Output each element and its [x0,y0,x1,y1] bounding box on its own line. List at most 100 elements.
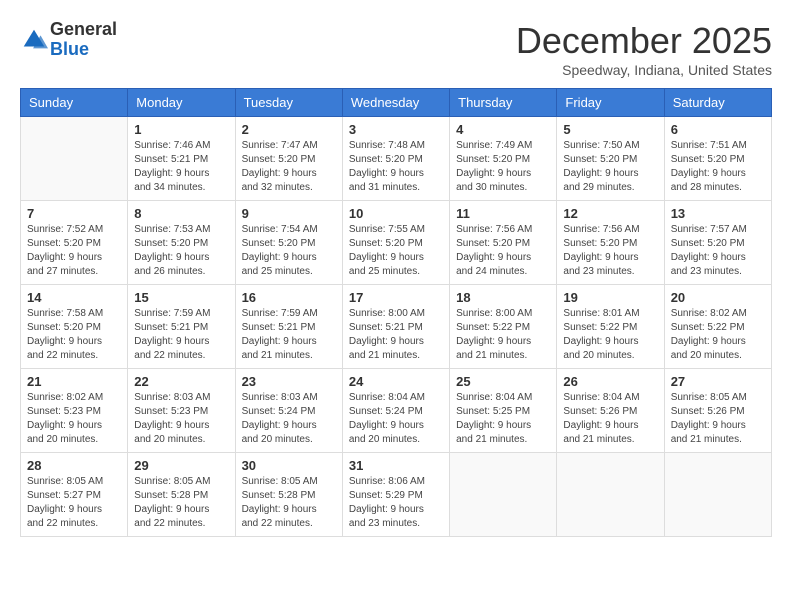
day-number: 27 [671,374,765,389]
calendar-cell: 25Sunrise: 8:04 AMSunset: 5:25 PMDayligh… [450,369,557,453]
day-info: Sunrise: 7:57 AMSunset: 5:20 PMDaylight:… [671,223,765,279]
day-info: Sunrise: 8:02 AMSunset: 5:22 PMDaylight:… [671,307,765,363]
day-info: Sunrise: 8:05 AMSunset: 5:28 PMDaylight:… [134,475,228,531]
day-number: 29 [134,458,228,473]
calendar-cell: 2Sunrise: 7:47 AMSunset: 5:20 PMDaylight… [235,117,342,201]
calendar-cell [21,117,128,201]
calendar-cell: 13 Sunrise: 7:57 AMSunset: 5:20 PMDayligh… [664,201,771,285]
weekday-header-tuesday: Tuesday [235,89,342,117]
day-number: 15 [134,290,228,305]
day-number: 9 [242,206,336,221]
calendar-cell: 20 Sunrise: 8:02 AMSunset: 5:22 PMDayligh… [664,285,771,369]
day-number: 12 [563,206,657,221]
day-info: Sunrise: 8:03 AMSunset: 5:24 PMDaylight:… [242,391,336,447]
day-info: Sunrise: 8:05 AMSunset: 5:26 PMDaylight:… [671,391,765,447]
day-info: Sunrise: 8:06 AMSunset: 5:29 PMDaylight:… [349,475,443,531]
day-number: 17 [349,290,443,305]
day-info: Sunrise: 8:00 AMSunset: 5:21 PMDaylight:… [349,307,443,363]
logo: General Blue [20,20,117,60]
calendar-cell: 8 Sunrise: 7:53 AMSunset: 5:20 PMDaylight… [128,201,235,285]
calendar-cell: 4Sunrise: 7:49 AMSunset: 5:20 PMDaylight… [450,117,557,201]
calendar-cell: 27 Sunrise: 8:05 AMSunset: 5:26 PMDayligh… [664,369,771,453]
calendar-cell: 18 Sunrise: 8:00 AMSunset: 5:22 PMDayligh… [450,285,557,369]
day-number: 23 [242,374,336,389]
day-info: Sunrise: 7:52 AMSunset: 5:20 PMDaylight:… [27,223,121,279]
week-row-2: 7 Sunrise: 7:52 AMSunset: 5:20 PMDaylight… [21,201,772,285]
calendar-cell: 24 Sunrise: 8:04 AMSunset: 5:24 PMDayligh… [342,369,449,453]
weekday-header-thursday: Thursday [450,89,557,117]
day-info: Sunrise: 7:54 AMSunset: 5:20 PMDaylight:… [242,223,336,279]
day-info: Sunrise: 8:02 AMSunset: 5:23 PMDaylight:… [27,391,121,447]
day-number: 21 [27,374,121,389]
day-number: 6 [671,122,765,137]
location: Speedway, Indiana, United States [516,62,772,78]
day-info: Sunrise: 8:01 AMSunset: 5:22 PMDaylight:… [563,307,657,363]
calendar-cell: 29 Sunrise: 8:05 AMSunset: 5:28 PMDayligh… [128,453,235,537]
calendar-cell: 6 Sunrise: 7:51 AMSunset: 5:20 PMDaylight… [664,117,771,201]
day-info: Sunrise: 7:56 AMSunset: 5:20 PMDaylight:… [456,223,550,279]
day-number: 10 [349,206,443,221]
day-info: Sunrise: 7:59 AMSunset: 5:21 PMDaylight:… [134,307,228,363]
calendar-cell: 26 Sunrise: 8:04 AMSunset: 5:26 PMDayligh… [557,369,664,453]
logo-icon [20,26,48,54]
day-number: 11 [456,206,550,221]
day-number: 19 [563,290,657,305]
day-number: 3 [349,122,443,137]
calendar-cell: 16 Sunrise: 7:59 AMSunset: 5:21 PMDayligh… [235,285,342,369]
calendar-cell: 3Sunrise: 7:48 AMSunset: 5:20 PMDaylight… [342,117,449,201]
day-number: 1 [134,122,228,137]
logo-blue: Blue [50,40,117,60]
weekday-header-saturday: Saturday [664,89,771,117]
day-info: Sunrise: 7:56 AMSunset: 5:20 PMDaylight:… [563,223,657,279]
day-info: Sunrise: 7:50 AMSunset: 5:20 PMDaylight:… [563,139,657,195]
calendar-cell: 12 Sunrise: 7:56 AMSunset: 5:20 PMDayligh… [557,201,664,285]
day-number: 13 [671,206,765,221]
day-number: 5 [563,122,657,137]
weekday-header-sunday: Sunday [21,89,128,117]
day-info: Sunrise: 8:04 AMSunset: 5:26 PMDaylight:… [563,391,657,447]
day-number: 31 [349,458,443,473]
calendar-cell: 9 Sunrise: 7:54 AMSunset: 5:20 PMDaylight… [235,201,342,285]
week-row-3: 14Sunrise: 7:58 AMSunset: 5:20 PMDayligh… [21,285,772,369]
week-row-4: 21 Sunrise: 8:02 AMSunset: 5:23 PMDayligh… [21,369,772,453]
weekday-header-friday: Friday [557,89,664,117]
day-number: 22 [134,374,228,389]
calendar-cell [450,453,557,537]
day-info: Sunrise: 7:46 AMSunset: 5:21 PMDaylight:… [134,139,228,195]
logo-general: General [50,20,117,40]
day-number: 28 [27,458,121,473]
day-info: Sunrise: 7:47 AMSunset: 5:20 PMDaylight:… [242,139,336,195]
weekday-header-row: SundayMondayTuesdayWednesdayThursdayFrid… [21,89,772,117]
calendar-cell: 7 Sunrise: 7:52 AMSunset: 5:20 PMDaylight… [21,201,128,285]
day-number: 18 [456,290,550,305]
week-row-1: 1 Sunrise: 7:46 AMSunset: 5:21 PMDaylight… [21,117,772,201]
calendar-cell: 5 Sunrise: 7:50 AMSunset: 5:20 PMDaylight… [557,117,664,201]
calendar-cell [664,453,771,537]
calendar-cell: 19 Sunrise: 8:01 AMSunset: 5:22 PMDayligh… [557,285,664,369]
month-title: December 2025 [516,20,772,62]
day-number: 14 [27,290,121,305]
calendar-cell: 21 Sunrise: 8:02 AMSunset: 5:23 PMDayligh… [21,369,128,453]
day-number: 26 [563,374,657,389]
day-info: Sunrise: 7:55 AMSunset: 5:20 PMDaylight:… [349,223,443,279]
day-info: Sunrise: 7:53 AMSunset: 5:20 PMDaylight:… [134,223,228,279]
weekday-header-wednesday: Wednesday [342,89,449,117]
day-info: Sunrise: 8:04 AMSunset: 5:25 PMDaylight:… [456,391,550,447]
calendar-cell: 22 Sunrise: 8:03 AMSunset: 5:23 PMDayligh… [128,369,235,453]
calendar-cell: 17 Sunrise: 8:00 AMSunset: 5:21 PMDayligh… [342,285,449,369]
day-number: 16 [242,290,336,305]
calendar-cell: 15 Sunrise: 7:59 AMSunset: 5:21 PMDayligh… [128,285,235,369]
day-info: Sunrise: 8:03 AMSunset: 5:23 PMDaylight:… [134,391,228,447]
day-number: 24 [349,374,443,389]
day-info: Sunrise: 7:59 AMSunset: 5:21 PMDaylight:… [242,307,336,363]
calendar-cell [557,453,664,537]
day-info: Sunrise: 8:04 AMSunset: 5:24 PMDaylight:… [349,391,443,447]
weekday-header-monday: Monday [128,89,235,117]
calendar-cell: 14Sunrise: 7:58 AMSunset: 5:20 PMDayligh… [21,285,128,369]
day-number: 20 [671,290,765,305]
day-info: Sunrise: 7:51 AMSunset: 5:20 PMDaylight:… [671,139,765,195]
day-number: 7 [27,206,121,221]
day-number: 8 [134,206,228,221]
day-info: Sunrise: 8:00 AMSunset: 5:22 PMDaylight:… [456,307,550,363]
calendar-cell: 11 Sunrise: 7:56 AMSunset: 5:20 PMDayligh… [450,201,557,285]
